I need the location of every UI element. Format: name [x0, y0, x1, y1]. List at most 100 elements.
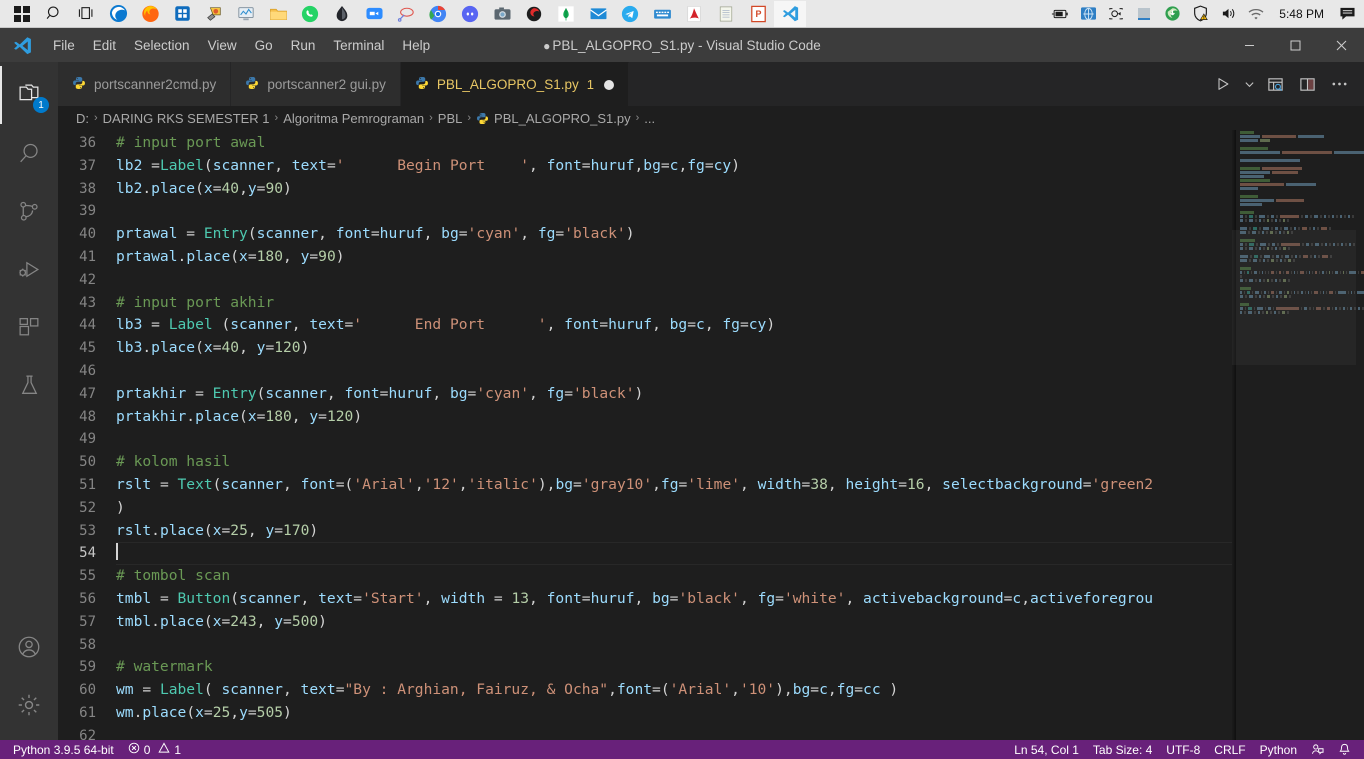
minimap-slider[interactable]: [1232, 230, 1356, 365]
notepad-icon[interactable]: [710, 1, 742, 27]
code-line[interactable]: 43 # input port akhir: [58, 292, 1232, 315]
notifications-icon[interactable]: [1334, 1, 1360, 27]
zoom-icon[interactable]: [358, 1, 390, 27]
code-line[interactable]: 61 wm.place(x=25,y=505): [58, 702, 1232, 725]
code-line[interactable]: 55 # tombol scan: [58, 565, 1232, 588]
microsoft-store-icon[interactable]: [166, 1, 198, 27]
camera-icon[interactable]: [486, 1, 518, 27]
code-line[interactable]: 56 tmbl = Button(scanner, text='Start', w…: [58, 588, 1232, 611]
breadcrumb-item-folder-1[interactable]: DARING RKS SEMESTER 1: [103, 111, 270, 126]
menu-terminal[interactable]: Terminal: [324, 35, 393, 56]
telegram-icon[interactable]: [614, 1, 646, 27]
sidebar-item-source-control[interactable]: [0, 182, 58, 240]
search-icon[interactable]: [38, 1, 70, 27]
code-line[interactable]: 52): [58, 497, 1232, 520]
maximize-button[interactable]: [1272, 28, 1318, 62]
status-language-mode[interactable]: Python: [1253, 743, 1304, 757]
powerpoint-icon[interactable]: P: [742, 1, 774, 27]
run-options-dropdown[interactable]: [1240, 69, 1258, 99]
code-line[interactable]: 44 lb3 = Label (scanner, text=' End Port …: [58, 314, 1232, 337]
close-button[interactable]: [1318, 28, 1364, 62]
microsoft-edge-icon[interactable]: [102, 1, 134, 27]
breadcrumb-item-folder-2[interactable]: Algoritma Pemrograman: [283, 111, 424, 126]
editor-tab-pbl-algopro-s1[interactable]: PBL_ALGOPRO_S1.py 1: [400, 62, 629, 106]
firefox-icon[interactable]: [134, 1, 166, 27]
sidebar-item-run-debug[interactable]: [0, 240, 58, 298]
discord-icon[interactable]: [454, 1, 486, 27]
menu-run[interactable]: Run: [282, 35, 325, 56]
breadcrumb-item-folder-3[interactable]: PBL: [438, 111, 463, 126]
chrome-icon[interactable]: [422, 1, 454, 27]
editor-tab-portscanner2-gui[interactable]: portscanner2 gui.py: [231, 62, 401, 106]
status-feedback-button[interactable]: [1304, 743, 1331, 756]
task-view-icon[interactable]: [70, 1, 102, 27]
onedrive-placeholder-icon[interactable]: [1131, 1, 1157, 27]
more-actions-button[interactable]: [1324, 69, 1354, 99]
windows-security-warning-icon[interactable]: [1187, 1, 1213, 27]
minimize-button[interactable]: [1226, 28, 1272, 62]
status-cursor-position[interactable]: Ln 54, Col 1: [1007, 743, 1086, 757]
visual-studio-code-icon[interactable]: [774, 0, 806, 27]
open-preview-button[interactable]: [1260, 69, 1290, 99]
mail-icon[interactable]: [582, 1, 614, 27]
menu-file[interactable]: File: [44, 35, 84, 56]
code-line[interactable]: 51 rslt = Text(scanner, font=('Arial','12…: [58, 474, 1232, 497]
editor-tab-portscanner2cmd[interactable]: portscanner2cmd.py: [58, 62, 232, 106]
breadcrumb-item-symbol[interactable]: ...: [644, 111, 655, 126]
menu-go[interactable]: Go: [246, 35, 282, 56]
snip-sketch-icon[interactable]: [390, 1, 422, 27]
app-dark-icon[interactable]: [326, 1, 358, 27]
system-monitor-icon[interactable]: [230, 1, 262, 27]
keyboard-icon[interactable]: [646, 1, 678, 27]
code-line[interactable]: 42: [58, 269, 1232, 292]
manage-settings-button[interactable]: [0, 676, 58, 734]
code-line[interactable]: 58: [58, 634, 1232, 657]
breadcrumb-item-drive[interactable]: D:: [76, 111, 89, 126]
adobe-acrobat-icon[interactable]: [678, 1, 710, 27]
code-line[interactable]: 54: [58, 542, 1232, 565]
windows-start-icon[interactable]: [6, 1, 38, 27]
code-line[interactable]: 60 wm = Label( scanner, text="By : Arghia…: [58, 679, 1232, 702]
code-line[interactable]: 36 # input port awal: [58, 132, 1232, 155]
sidebar-item-extensions[interactable]: [0, 298, 58, 356]
paint-icon[interactable]: [198, 1, 230, 27]
network-share-icon[interactable]: [1075, 1, 1101, 27]
internet-download-manager-icon[interactable]: [1159, 1, 1185, 27]
status-encoding[interactable]: UTF-8: [1159, 743, 1207, 757]
code-line[interactable]: 47 prtakhir = Entry(scanner, font=huruf, …: [58, 383, 1232, 406]
menu-help[interactable]: Help: [393, 35, 439, 56]
tab-unsaved-dot-icon[interactable]: [603, 79, 614, 90]
status-eol[interactable]: CRLF: [1207, 743, 1252, 757]
battery-charging-icon[interactable]: [1047, 1, 1073, 27]
code-line[interactable]: 37 lb2 =Label(scanner, text=' Begin Port …: [58, 155, 1232, 178]
status-tab-size[interactable]: Tab Size: 4: [1086, 743, 1159, 757]
code-line[interactable]: 57 tmbl.place(x=243, y=500): [58, 611, 1232, 634]
screen-record-icon[interactable]: [1103, 1, 1129, 27]
code-line[interactable]: 49: [58, 428, 1232, 451]
code-text-area[interactable]: 36 # input port awal 37 lb2 =Label(scanner,…: [58, 130, 1232, 740]
sidebar-item-explorer[interactable]: 1: [0, 66, 58, 124]
code-line[interactable]: 59 # watermark: [58, 656, 1232, 679]
breadcrumb-item-file[interactable]: PBL_ALGOPRO_S1.py: [494, 111, 631, 126]
code-line[interactable]: 62: [58, 725, 1232, 740]
status-python-version[interactable]: Python 3.9.5 64-bit: [6, 740, 121, 759]
code-line[interactable]: 46: [58, 360, 1232, 383]
menu-selection[interactable]: Selection: [125, 35, 199, 56]
accounts-button[interactable]: [0, 618, 58, 676]
menu-view[interactable]: View: [199, 35, 246, 56]
code-line[interactable]: 41 prtawal.place(x=180, y=90): [58, 246, 1232, 269]
code-line[interactable]: 50 # kolom hasil: [58, 451, 1232, 474]
status-problems[interactable]: 0 1: [121, 740, 188, 759]
mongodb-icon[interactable]: [550, 1, 582, 27]
code-line[interactable]: 40 prtawal = Entry(scanner, font=huruf, b…: [58, 223, 1232, 246]
file-explorer-icon[interactable]: [262, 1, 294, 27]
run-python-file-button[interactable]: [1208, 69, 1238, 99]
minimap[interactable]: [1232, 130, 1364, 740]
sidebar-item-search[interactable]: [0, 124, 58, 182]
code-line[interactable]: 38 lb2.place(x=40,y=90): [58, 178, 1232, 201]
code-line[interactable]: 39: [58, 200, 1232, 223]
team-icon[interactable]: [518, 1, 550, 27]
split-editor-right-button[interactable]: [1292, 69, 1322, 99]
wifi-icon[interactable]: [1243, 1, 1269, 27]
menu-edit[interactable]: Edit: [84, 35, 125, 56]
